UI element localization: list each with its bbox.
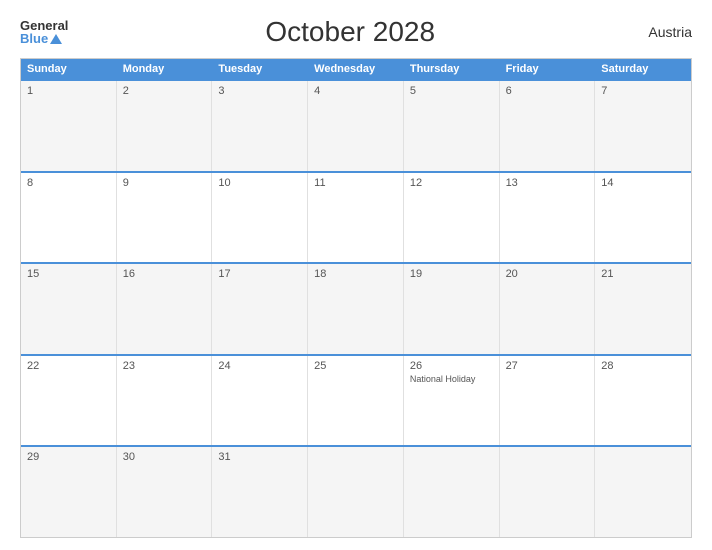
day-number: 15	[27, 268, 110, 280]
logo-triangle-icon	[50, 34, 62, 44]
day-number: 17	[218, 268, 301, 280]
header-saturday: Saturday	[595, 59, 691, 79]
calendar-cell-w1-d1: 1	[21, 81, 117, 171]
header-monday: Monday	[117, 59, 213, 79]
calendar-cell-w2-d2: 9	[117, 173, 213, 263]
calendar: Sunday Monday Tuesday Wednesday Thursday…	[20, 58, 692, 538]
calendar-cell-w4-d6: 27	[500, 356, 596, 446]
header-friday: Friday	[500, 59, 596, 79]
calendar-cell-w3-d3: 17	[212, 264, 308, 354]
day-number: 3	[218, 85, 301, 97]
day-number: 19	[410, 268, 493, 280]
day-number: 13	[506, 177, 589, 189]
calendar-cell-w5-d6	[500, 447, 596, 537]
calendar-cell-w1-d2: 2	[117, 81, 213, 171]
calendar-cell-w4-d1: 22	[21, 356, 117, 446]
calendar-cell-w3-d1: 15	[21, 264, 117, 354]
header-tuesday: Tuesday	[212, 59, 308, 79]
header-sunday: Sunday	[21, 59, 117, 79]
calendar-cell-w3-d6: 20	[500, 264, 596, 354]
day-number: 10	[218, 177, 301, 189]
day-number: 21	[601, 268, 685, 280]
day-event: National Holiday	[410, 374, 493, 385]
calendar-cell-w2-d4: 11	[308, 173, 404, 263]
day-number: 23	[123, 360, 206, 372]
day-number: 22	[27, 360, 110, 372]
calendar-cell-w4-d4: 25	[308, 356, 404, 446]
calendar-cell-w2-d1: 8	[21, 173, 117, 263]
calendar-cell-w4-d7: 28	[595, 356, 691, 446]
header-thursday: Thursday	[404, 59, 500, 79]
calendar-cell-w3-d2: 16	[117, 264, 213, 354]
calendar-week-5: 29 30 31	[21, 445, 691, 537]
day-number: 12	[410, 177, 493, 189]
day-number: 29	[27, 451, 110, 463]
calendar-cell-w2-d5: 12	[404, 173, 500, 263]
day-number: 8	[27, 177, 110, 189]
header: General Blue October 2028 Austria	[20, 16, 692, 48]
calendar-cell-w4-d5: 26 National Holiday	[404, 356, 500, 446]
calendar-cell-w4-d2: 23	[117, 356, 213, 446]
calendar-cell-w5-d1: 29	[21, 447, 117, 537]
calendar-cell-w5-d2: 30	[117, 447, 213, 537]
day-number: 5	[410, 85, 493, 97]
day-number: 20	[506, 268, 589, 280]
calendar-title: October 2028	[68, 16, 632, 48]
day-number: 2	[123, 85, 206, 97]
day-number: 16	[123, 268, 206, 280]
calendar-cell-w1-d4: 4	[308, 81, 404, 171]
day-number: 6	[506, 85, 589, 97]
calendar-cell-w5-d5	[404, 447, 500, 537]
calendar-cell-w1-d7: 7	[595, 81, 691, 171]
calendar-week-2: 8 9 10 11 12 13 14	[21, 171, 691, 263]
calendar-week-4: 22 23 24 25 26 National Holiday 27 28	[21, 354, 691, 446]
day-number: 27	[506, 360, 589, 372]
day-number: 26	[410, 360, 493, 372]
calendar-cell-w1-d3: 3	[212, 81, 308, 171]
calendar-cell-w1-d6: 6	[500, 81, 596, 171]
day-number: 25	[314, 360, 397, 372]
logo-blue-label: Blue	[20, 32, 48, 45]
day-number: 31	[218, 451, 301, 463]
day-number: 14	[601, 177, 685, 189]
calendar-cell-w2-d6: 13	[500, 173, 596, 263]
calendar-cell-w3-d5: 19	[404, 264, 500, 354]
day-number: 30	[123, 451, 206, 463]
calendar-header: Sunday Monday Tuesday Wednesday Thursday…	[21, 59, 691, 79]
page: General Blue October 2028 Austria Sunday…	[0, 0, 712, 550]
calendar-cell-w2-d3: 10	[212, 173, 308, 263]
calendar-cell-w1-d5: 5	[404, 81, 500, 171]
day-number: 7	[601, 85, 685, 97]
calendar-cell-w4-d3: 24	[212, 356, 308, 446]
calendar-cell-w3-d7: 21	[595, 264, 691, 354]
day-number: 28	[601, 360, 685, 372]
header-wednesday: Wednesday	[308, 59, 404, 79]
calendar-week-3: 15 16 17 18 19 20 21	[21, 262, 691, 354]
day-number: 18	[314, 268, 397, 280]
day-number: 1	[27, 85, 110, 97]
calendar-body: 1234567891011121314151617181920212223242…	[21, 79, 691, 537]
calendar-cell-w5-d7	[595, 447, 691, 537]
country-label: Austria	[632, 24, 692, 40]
day-number: 24	[218, 360, 301, 372]
logo-blue-text: Blue	[20, 32, 62, 45]
calendar-cell-w2-d7: 14	[595, 173, 691, 263]
day-number: 9	[123, 177, 206, 189]
calendar-cell-w5-d4	[308, 447, 404, 537]
logo: General Blue	[20, 19, 68, 45]
calendar-cell-w5-d3: 31	[212, 447, 308, 537]
calendar-week-1: 1234567	[21, 79, 691, 171]
day-number: 4	[314, 85, 397, 97]
calendar-cell-w3-d4: 18	[308, 264, 404, 354]
day-number: 11	[314, 177, 397, 189]
